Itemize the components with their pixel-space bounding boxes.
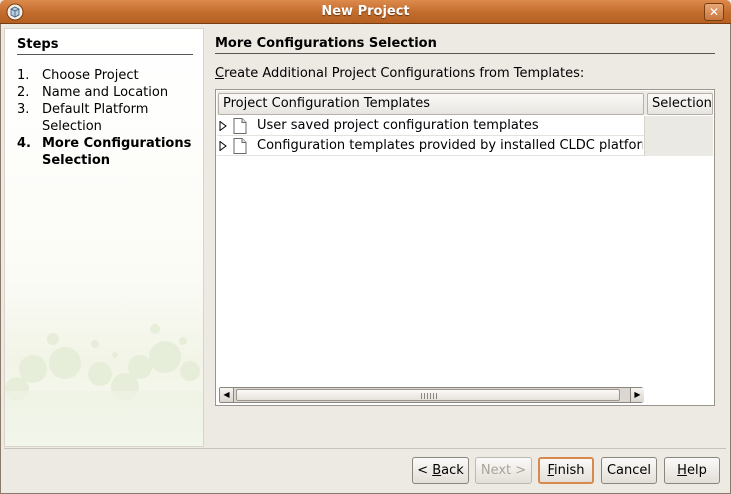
next-button[interactable]: Next > [475, 457, 532, 484]
horizontal-scrollbar[interactable]: ◀ ▶ [219, 387, 644, 403]
selection-cell[interactable] [644, 116, 713, 136]
caption-text: reate Additional Project Configurations … [224, 66, 585, 81]
arrow-right-icon: ▶ [634, 390, 641, 399]
document-icon [233, 138, 247, 154]
table-row[interactable]: User saved project configuration templat… [217, 116, 713, 136]
steps-panel: Steps 1. Choose Project 2. Name and Loca… [4, 28, 204, 447]
selection-cell[interactable] [644, 136, 713, 156]
scroll-right-button[interactable]: ▶ [630, 388, 644, 402]
step-item: 1. Choose Project [17, 67, 197, 84]
column-header-selection[interactable]: Selection [647, 93, 713, 115]
scroll-left-button[interactable]: ◀ [220, 388, 234, 402]
triangle-right-icon[interactable] [219, 141, 227, 151]
back-prefix: < [417, 463, 433, 478]
row-label: User saved project configuration templat… [257, 118, 539, 133]
row-label: Configuration templates provided by inst… [257, 138, 643, 153]
close-button[interactable]: ✕ [704, 3, 724, 21]
step-item: 2. Name and Location [17, 84, 197, 101]
scroll-thumb[interactable] [236, 389, 620, 401]
grip-icon [421, 393, 437, 399]
step-item: 3. Default Platform Selection [17, 101, 197, 135]
step-number: 3. [17, 102, 30, 117]
steps-list: 1. Choose Project 2. Name and Location 3… [17, 67, 197, 169]
finish-button[interactable]: Finish [538, 457, 594, 484]
help-mnemonic: H [677, 463, 687, 478]
back-label: ack [441, 463, 464, 478]
templates-treetable[interactable]: Project Configuration Templates Selectio… [215, 89, 715, 406]
step-number: 1. [17, 68, 30, 83]
back-button[interactable]: < Back [412, 457, 469, 484]
help-button[interactable]: Help [664, 457, 720, 484]
divider [4, 448, 726, 449]
step-item-current: 4. More Configurations Selection [17, 135, 197, 169]
cancel-button[interactable]: Cancel [601, 457, 657, 484]
step-label: Name and Location [42, 85, 169, 100]
title-bar: New Project ✕ [0, 0, 731, 24]
caption-mnemonic: C [215, 66, 225, 81]
triangle-right-icon[interactable] [219, 121, 227, 131]
step-label: Default Platform Selection [42, 102, 149, 134]
finish-label: inish [554, 463, 585, 478]
step-label: Choose Project [42, 68, 139, 83]
column-header-templates[interactable]: Project Configuration Templates [218, 93, 644, 115]
close-icon: ✕ [708, 5, 720, 19]
back-mnemonic: B [432, 463, 442, 478]
table-row[interactable]: Configuration templates provided by inst… [217, 136, 713, 156]
table-caption: Create Additional Project Configurations… [215, 66, 584, 81]
arrow-left-icon: ◀ [223, 390, 230, 399]
step-number: 4. [17, 136, 31, 151]
window-title: New Project [321, 4, 410, 19]
step-label: More Configurations Selection [42, 136, 192, 168]
decorative-bubbles [5, 324, 203, 446]
help-label: elp [686, 463, 707, 478]
page-title: More Configurations Selection [215, 36, 715, 54]
steps-heading: Steps [17, 37, 193, 55]
document-icon [233, 118, 247, 134]
table-header: Project Configuration Templates Selectio… [217, 91, 713, 115]
step-number: 2. [17, 85, 30, 100]
